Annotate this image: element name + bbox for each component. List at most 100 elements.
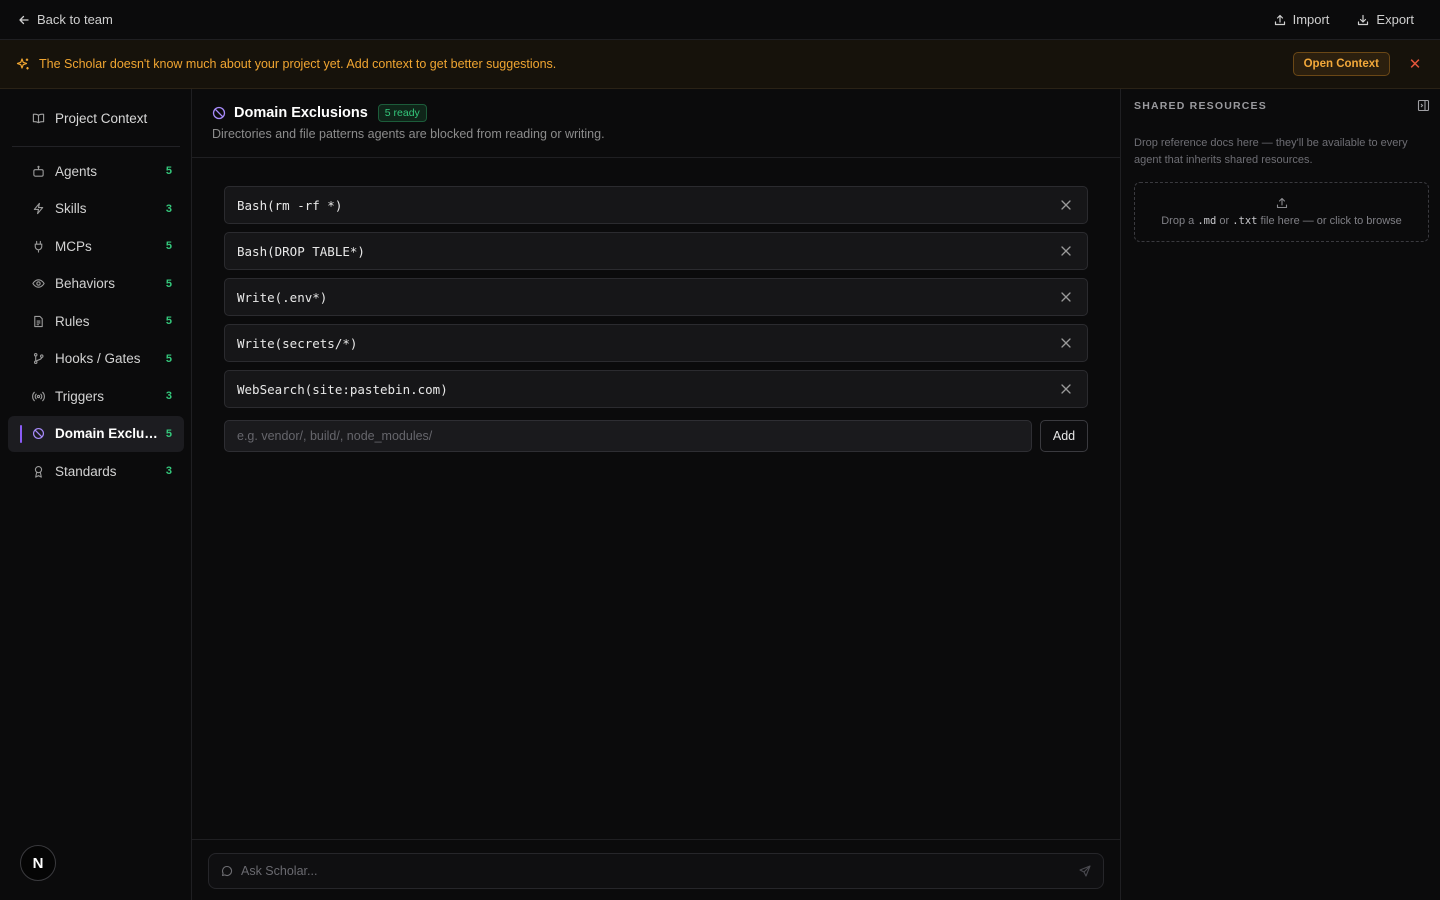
sidebar-item-label: Hooks / Gates xyxy=(55,351,141,366)
banner-message: The Scholar doesn't know much about your… xyxy=(39,57,557,71)
sidebar-item-count: 3 xyxy=(165,465,172,477)
exclusion-input[interactable] xyxy=(224,420,1032,452)
top-bar: Back to team Import Export xyxy=(0,0,1440,40)
arrow-left-icon xyxy=(18,14,30,26)
exclusion-list: Bash(rm -rf *) Bash(DROP TABLE*) Write(.… xyxy=(224,186,1088,416)
sidebar-item-label: Agents xyxy=(55,163,98,179)
chat-bubble-icon xyxy=(221,865,233,877)
sidebar-item-mcps[interactable]: MCPs 5 xyxy=(8,228,184,264)
page-subtitle: Directories and file patterns agents are… xyxy=(212,127,605,141)
main-panel: Domain Exclusions 5 ready Directories an… xyxy=(192,89,1120,900)
award-icon xyxy=(32,465,45,478)
export-button[interactable]: Export xyxy=(1357,12,1414,27)
upload-icon xyxy=(1274,14,1286,26)
md-extension: .md xyxy=(1197,215,1217,227)
sidebar-item-count: 5 xyxy=(165,427,172,440)
list-item: Write(.env*) xyxy=(224,278,1088,316)
ask-scholar-box xyxy=(208,853,1104,889)
panel-title: SHARED RESOURCES xyxy=(1134,99,1267,112)
avatar[interactable]: N xyxy=(20,845,56,881)
sidebar-item-count: 5 xyxy=(165,352,172,365)
panel-collapse-icon[interactable] xyxy=(1417,99,1430,112)
project-context-label: Project Context xyxy=(55,110,148,126)
drop-suffix: file here — or click to browse xyxy=(1260,215,1402,227)
sidebar-item-agents[interactable]: Agents 5 xyxy=(8,153,184,189)
upload-icon xyxy=(1276,197,1288,209)
sidebar-item-label: Triggers xyxy=(55,388,105,404)
list-item: Bash(rm -rf *) xyxy=(224,186,1088,224)
sidebar-item-rules[interactable]: Rules 5 xyxy=(8,303,184,339)
panel-description: Drop reference docs here — they'll be av… xyxy=(1134,137,1408,166)
exclusion-pattern: Bash(rm -rf *) xyxy=(237,197,343,213)
close-icon[interactable] xyxy=(1059,198,1073,212)
context-warning-banner: The Scholar doesn't know much about your… xyxy=(0,40,1440,89)
sidebar-item-hooks-gates[interactable]: Hooks / Gates 5 xyxy=(8,341,184,377)
drop-or: or xyxy=(1219,215,1230,227)
plug-icon xyxy=(32,240,45,253)
shared-resources-panel: SHARED RESOURCES Drop reference docs her… xyxy=(1120,89,1440,900)
project-context-link[interactable]: Project Context xyxy=(12,101,180,135)
git-branch-icon xyxy=(32,352,45,365)
sidebar-divider xyxy=(12,146,180,147)
ban-icon xyxy=(32,427,45,440)
add-button[interactable]: Add xyxy=(1040,420,1088,452)
sidebar-item-label: Domain Exclusions xyxy=(55,426,160,441)
sidebar-item-count: 5 xyxy=(165,277,172,290)
send-icon[interactable] xyxy=(1079,865,1091,877)
status-badge: 5 ready xyxy=(377,104,427,122)
sidebar-item-standards[interactable]: Standards 3 xyxy=(8,453,184,489)
sidebar-item-label: Skills xyxy=(55,201,87,216)
exclusion-pattern: Write(secrets/*) xyxy=(237,335,358,351)
file-dropzone[interactable]: Drop a .md or .txt file here — or click … xyxy=(1134,182,1429,242)
list-item: Bash(DROP TABLE*) xyxy=(224,232,1088,270)
sidebar-item-label: MCPs xyxy=(55,238,92,254)
list-item: WebSearch(site:pastebin.com) xyxy=(224,370,1088,408)
back-to-team-label: Back to team xyxy=(37,12,113,27)
sidebar-item-count: 5 xyxy=(165,240,172,252)
txt-extension: .txt xyxy=(1232,215,1258,227)
eye-icon xyxy=(32,277,45,290)
download-icon xyxy=(1357,14,1369,26)
book-icon xyxy=(32,112,45,125)
page-title: Domain Exclusions xyxy=(234,105,368,121)
close-icon[interactable] xyxy=(1059,290,1073,304)
exclusion-pattern: WebSearch(site:pastebin.com) xyxy=(237,381,448,397)
page-header: Domain Exclusions 5 ready Directories an… xyxy=(192,89,1120,158)
ask-scholar-bar xyxy=(192,839,1120,900)
open-context-button[interactable]: Open Context xyxy=(1292,52,1390,76)
drop-prefix: Drop a xyxy=(1161,215,1195,227)
lightning-icon xyxy=(32,202,45,215)
sidebar-item-count: 3 xyxy=(165,390,172,402)
ask-scholar-input[interactable] xyxy=(241,864,1079,878)
exclusion-pattern: Bash(DROP TABLE*) xyxy=(237,243,365,259)
radio-waves-icon xyxy=(32,390,45,403)
sidebar-item-label: Rules xyxy=(55,313,90,329)
sidebar-item-skills[interactable]: Skills 3 xyxy=(8,191,184,227)
close-icon[interactable] xyxy=(1059,336,1073,350)
back-to-team-button[interactable]: Back to team xyxy=(18,12,113,27)
dropzone-text: Drop a .md or .txt file here — or click … xyxy=(1161,215,1402,227)
sidebar-item-triggers[interactable]: Triggers 3 xyxy=(8,378,184,414)
list-item: Write(secrets/*) xyxy=(224,324,1088,362)
sidebar-item-label: Behaviors xyxy=(55,276,116,291)
add-exclusion-row: Add xyxy=(224,420,1088,452)
document-icon xyxy=(32,315,45,328)
close-icon[interactable] xyxy=(1059,382,1073,396)
ban-icon xyxy=(212,106,226,120)
sparkles-icon xyxy=(16,57,30,71)
import-label: Import xyxy=(1292,12,1330,27)
sidebar-item-behaviors[interactable]: Behaviors 5 xyxy=(8,266,184,302)
sidebar-item-domain-exclusions[interactable]: Domain Exclusions 5 xyxy=(8,415,184,452)
close-icon[interactable]: ✕ xyxy=(1408,55,1422,73)
sidebar-item-count: 3 xyxy=(165,202,172,215)
sidebar-nav: Agents 5 Skills 3 MCPs 5 Behaviors 5 Rul… xyxy=(8,153,184,491)
close-icon[interactable] xyxy=(1059,244,1073,258)
bot-icon xyxy=(32,165,45,178)
import-button[interactable]: Import xyxy=(1274,12,1330,27)
sidebar: Project Context Agents 5 Skills 3 MCPs 5… xyxy=(0,89,192,900)
sidebar-item-label: Standards xyxy=(55,463,117,479)
export-label: Export xyxy=(1376,12,1414,27)
sidebar-item-count: 5 xyxy=(165,315,172,327)
exclusion-pattern: Write(.env*) xyxy=(237,289,328,305)
sidebar-item-count: 5 xyxy=(165,165,172,177)
